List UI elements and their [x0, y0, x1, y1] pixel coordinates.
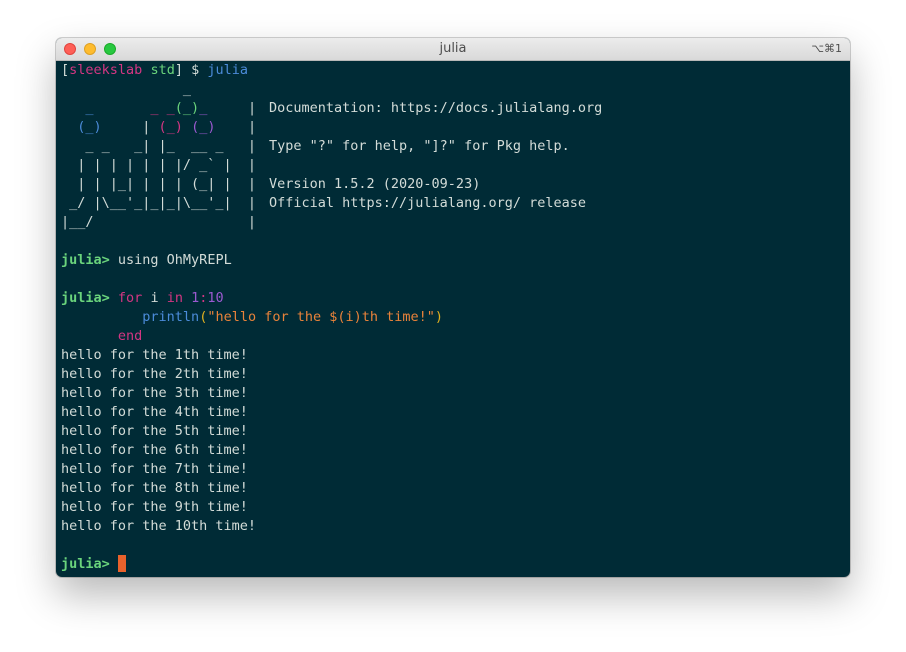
banner-line: | | |_| | | | (_| | | Version 1.5.2 (2020… — [61, 175, 850, 194]
window-title: julia — [439, 41, 467, 56]
output-line: hello for the 4th time! — [61, 404, 248, 420]
banner-info-line: Official https://julialang.org/ release — [269, 195, 586, 211]
banner-logo-line: (_) | (_) (_) | — [61, 119, 257, 135]
repl-command: using OhMyREPL — [109, 252, 232, 268]
banner-logo-line: | | | | | | |/ _` | | — [61, 157, 257, 173]
repl-code-line: end — [61, 327, 850, 346]
output-line: hello for the 6th time! — [61, 442, 248, 458]
output-line: hello for the 8th time! — [61, 480, 248, 496]
julia-prompt: julia> — [61, 556, 110, 572]
julia-banner: _ _ _ _(_)_ | Documentation: https://docs… — [61, 80, 850, 232]
banner-line: | | | | | | |/ _` | | — [61, 156, 850, 175]
output-line: hello for the 10th time! — [61, 518, 257, 534]
output-line: hello for the 5th time! — [61, 423, 248, 439]
repl-input-line: julia> using OhMyREPL — [61, 251, 850, 270]
repl-input-line: julia> for i in 1:10 — [61, 289, 850, 308]
banner-info-line: Version 1.5.2 (2020-09-23) — [269, 176, 481, 192]
keyword-for: for — [117, 290, 143, 306]
banner-logo-line: | | |_| | | | (_| | | — [61, 176, 257, 192]
shell-bracket-open: [ — [61, 62, 70, 78]
function-name: println — [142, 309, 200, 325]
shell-command-line: [sleekslab std] $ julia — [61, 61, 850, 80]
banner-logo-line: _ — [61, 81, 192, 97]
shell-dollar: $ — [182, 62, 208, 78]
output-line: hello for the 1th time! — [61, 347, 248, 363]
banner-logo-line: _ _ _(_)_ | — [61, 100, 257, 116]
julia-prompt: julia> — [61, 290, 110, 306]
keyword-end: end — [117, 328, 143, 344]
banner-info-line: Type "?" for help, "]?" for Pkg help. — [269, 138, 570, 154]
output-line: hello for the 7th time! — [61, 461, 248, 477]
text-cursor[interactable] — [117, 555, 126, 572]
loop-variable: i — [142, 290, 167, 306]
banner-line: |__/ | — [61, 213, 850, 232]
banner-line: _ _ _| |_ __ _ | Type "?" for help, "]?" … — [61, 137, 850, 156]
terminal-window: julia ⌥⌘1 [sleekslab std] $ julia _ _ _ … — [56, 38, 850, 577]
banner-info-line: Documentation: https://docs.julialang.or… — [269, 100, 603, 116]
banner-line: _/ |\__'_|_|_|\__'_| | Official https://j… — [61, 194, 850, 213]
banner-logo-line: _ _ _| |_ __ _ | — [61, 138, 257, 154]
output-line: hello for the 9th time! — [61, 499, 248, 515]
banner-line: _ — [61, 80, 850, 99]
shell-dir: std — [150, 62, 175, 78]
keyword-in: in — [166, 290, 183, 306]
program-output: hello for the 1th time! hello for the 2t… — [61, 346, 850, 536]
title-bar[interactable]: julia ⌥⌘1 — [56, 38, 850, 61]
banner-logo-line: |__/ | — [61, 214, 257, 230]
output-line: hello for the 3th time! — [61, 385, 248, 401]
banner-logo-line: _/ |\__'_|_|_|\__'_| | — [61, 195, 257, 211]
shell-user: sleekslab — [69, 62, 143, 78]
shell-bracket-close: ] — [174, 62, 183, 78]
banner-line: (_) | (_) (_) | — [61, 118, 850, 137]
julia-prompt: julia> — [61, 252, 110, 268]
shell-command: julia — [207, 62, 248, 78]
terminal-content[interactable]: [sleekslab std] $ julia _ _ _ _(_)_ | Doc… — [61, 61, 850, 577]
paren-close: ) — [434, 309, 444, 325]
window-shortcut: ⌥⌘1 — [811, 42, 842, 55]
banner-line: _ _ _(_)_ | Documentation: https://docs.j… — [61, 99, 850, 118]
repl-active-line[interactable]: julia> — [61, 555, 850, 574]
range-end: 10 — [207, 290, 224, 306]
string-literal: "hello for the $(i)th time!" — [207, 309, 435, 325]
output-line: hello for the 2th time! — [61, 366, 248, 382]
repl-code-line: println("hello for the $(i)th time!") — [61, 308, 850, 327]
